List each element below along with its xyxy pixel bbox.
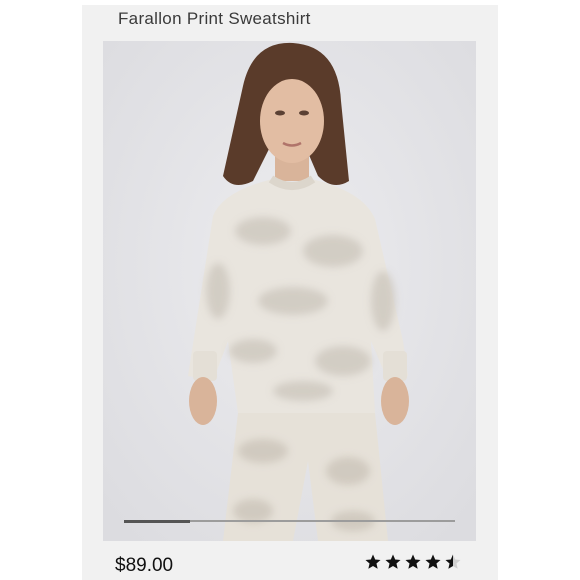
product-photo-illustration [103,41,476,541]
star-icon [425,554,441,569]
carousel-progress-thumb[interactable] [124,519,191,523]
star-icon [365,554,381,569]
rating-stars[interactable] [364,553,462,571]
product-image[interactable] [103,41,476,541]
star-half-icon [445,554,461,569]
star-icon [405,554,421,569]
star-icon [385,554,401,569]
product-price: $89.00 [115,555,174,576]
product-card[interactable]: Farallon Print Sweatshirt $89.00 [82,5,498,580]
carousel-progress-track[interactable] [124,519,455,523]
product-title: Farallon Print Sweatshirt [118,9,311,28]
